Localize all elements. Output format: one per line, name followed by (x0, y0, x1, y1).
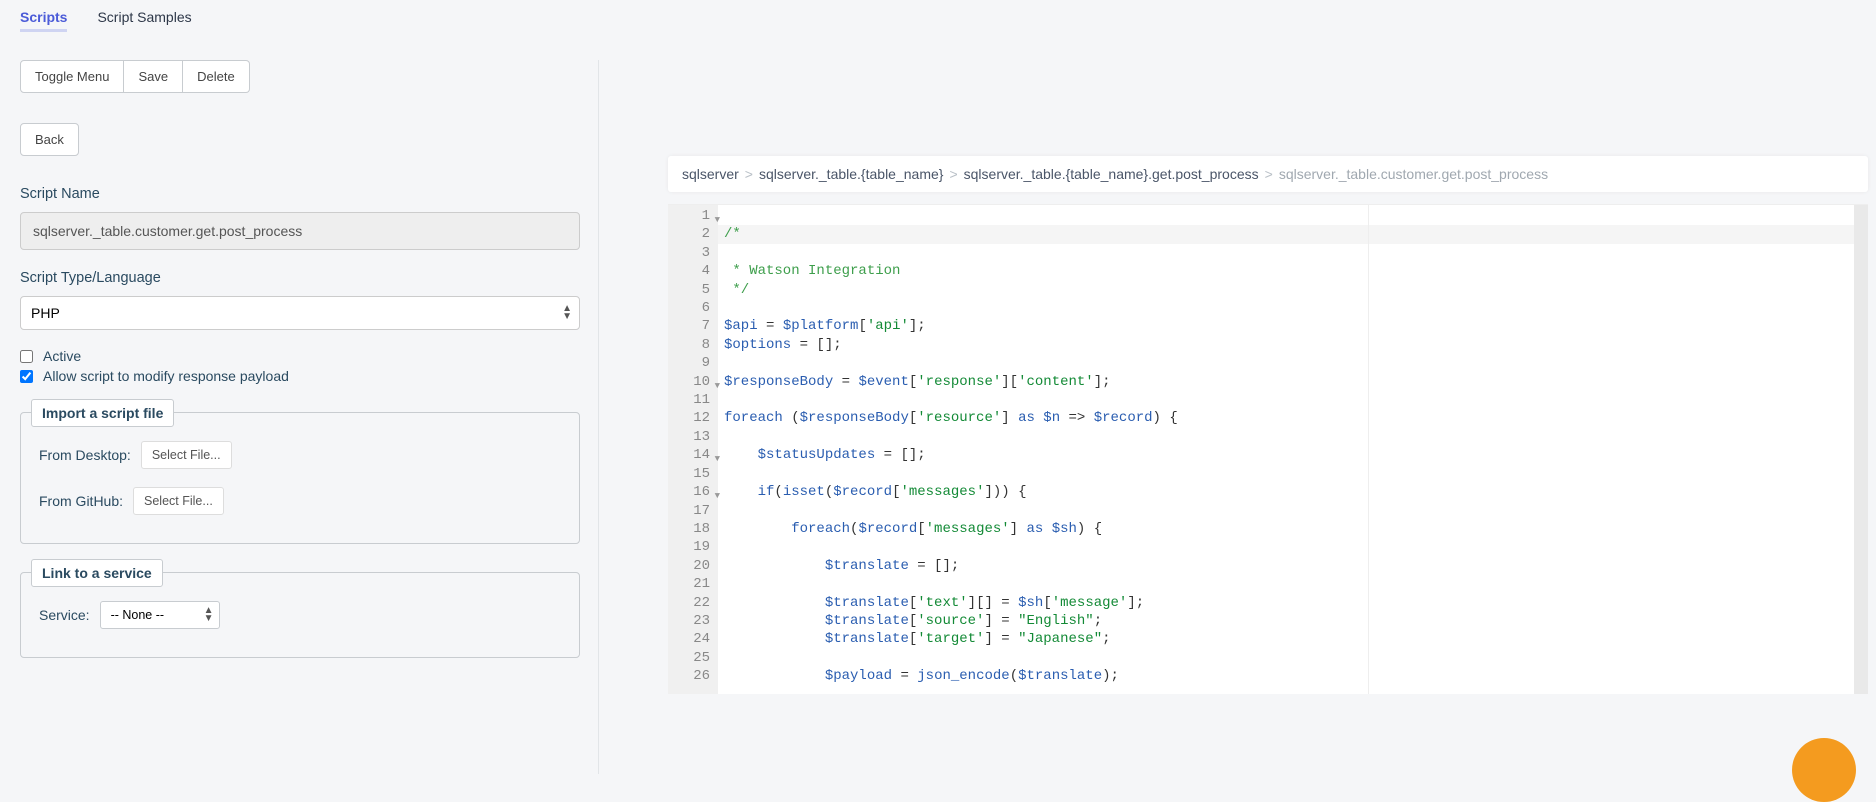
gutter-line: 5 (676, 281, 710, 299)
back-button[interactable]: Back (20, 123, 79, 156)
gutter-line: 25 (676, 649, 710, 667)
gutter-line: 26 (676, 667, 710, 685)
script-name-label: Script Name (20, 186, 580, 202)
breadcrumb-separator: > (949, 166, 957, 182)
toggle-menu-button[interactable]: Toggle Menu (20, 60, 124, 93)
link-fieldset: Link to a service Service: -- None -- ▲▼ (20, 572, 580, 658)
gutter-line: 8 (676, 336, 710, 354)
gutter-line: 23 (676, 612, 710, 630)
fold-marker-icon[interactable]: ▼ (715, 377, 720, 395)
gutter-line: 20 (676, 557, 710, 575)
fold-marker-icon[interactable]: ▼ (715, 211, 720, 229)
allow-modify-label: Allow script to modify response payload (43, 368, 289, 384)
gutter-line: 10▼ (676, 373, 710, 391)
gutter-line: 11 (676, 391, 710, 409)
breadcrumb-item[interactable]: sqlserver._table.{table_name} (759, 166, 943, 182)
active-row: Active (20, 348, 580, 364)
gutter: 1▼2345678910▼11121314▼1516▼1718192021222… (668, 205, 718, 694)
breadcrumb-item[interactable]: sqlserver (682, 166, 739, 182)
save-button[interactable]: Save (124, 60, 183, 93)
breadcrumb-item[interactable]: sqlserver._table.{table_name}.get.post_p… (964, 166, 1259, 182)
vertical-divider (598, 60, 599, 774)
gutter-line: 16▼ (676, 483, 710, 501)
fold-marker-icon[interactable]: ▼ (715, 450, 720, 468)
active-checkbox[interactable] (20, 350, 33, 363)
gutter-line: 14▼ (676, 446, 710, 464)
breadcrumb: sqlserver > sqlserver._table.{table_name… (668, 156, 1868, 192)
gutter-line: 4 (676, 262, 710, 280)
from-github-row: From GitHub: Select File... (39, 487, 561, 515)
tabs: Scripts Script Samples (0, 0, 1876, 32)
gutter-line: 19 (676, 538, 710, 556)
code-body[interactable]: /* * Watson Integration */ $api = $platf… (718, 205, 1868, 694)
link-legend: Link to a service (31, 559, 163, 587)
code-editor[interactable]: 1▼2345678910▼11121314▼1516▼1718192021222… (668, 204, 1868, 694)
service-label: Service: (39, 607, 90, 623)
breadcrumb-item-current: sqlserver._table.customer.get.post_proce… (1279, 166, 1548, 182)
gutter-line: 22 (676, 594, 710, 612)
toolbar: Toggle Menu Save Delete (20, 60, 580, 93)
editor-scrollbar[interactable] (1854, 205, 1868, 694)
service-select[interactable]: -- None -- (100, 601, 220, 629)
left-panel: Toggle Menu Save Delete Back Script Name… (20, 60, 580, 658)
active-label: Active (43, 348, 81, 364)
allow-modify-checkbox[interactable] (20, 370, 33, 383)
breadcrumb-separator: > (745, 166, 753, 182)
gutter-line: 13 (676, 428, 710, 446)
gutter-line: 2 (676, 225, 710, 243)
fab-button[interactable] (1792, 738, 1856, 802)
allow-modify-row: Allow script to modify response payload (20, 368, 580, 384)
gutter-line: 18 (676, 520, 710, 538)
delete-button[interactable]: Delete (183, 60, 250, 93)
gutter-line: 7 (676, 317, 710, 335)
gutter-line: 12 (676, 409, 710, 427)
gutter-line: 21 (676, 575, 710, 593)
tab-scripts[interactable]: Scripts (20, 5, 67, 32)
from-desktop-row: From Desktop: Select File... (39, 441, 561, 469)
script-type-label: Script Type/Language (20, 270, 580, 286)
service-row: Service: -- None -- ▲▼ (39, 601, 561, 629)
right-panel: sqlserver > sqlserver._table.{table_name… (668, 156, 1868, 694)
gutter-line: 6 (676, 299, 710, 317)
script-name-input[interactable] (20, 212, 580, 250)
import-legend: Import a script file (31, 399, 174, 427)
select-file-github-button[interactable]: Select File... (133, 487, 224, 515)
gutter-line: 17 (676, 502, 710, 520)
editor-margin-line (1368, 205, 1369, 694)
gutter-line: 24 (676, 630, 710, 648)
script-type-select-wrap: PHP ▲▼ (20, 296, 580, 330)
fold-marker-icon[interactable]: ▼ (715, 487, 720, 505)
from-github-label: From GitHub: (39, 493, 123, 509)
gutter-line: 3 (676, 244, 710, 262)
select-file-desktop-button[interactable]: Select File... (141, 441, 232, 469)
tab-script-samples[interactable]: Script Samples (97, 5, 191, 32)
breadcrumb-separator: > (1265, 166, 1273, 182)
import-fieldset: Import a script file From Desktop: Selec… (20, 412, 580, 544)
gutter-line: 15 (676, 465, 710, 483)
gutter-line: 9 (676, 354, 710, 372)
from-desktop-label: From Desktop: (39, 447, 131, 463)
script-type-select[interactable]: PHP (20, 296, 580, 330)
gutter-line: 1▼ (676, 207, 710, 225)
